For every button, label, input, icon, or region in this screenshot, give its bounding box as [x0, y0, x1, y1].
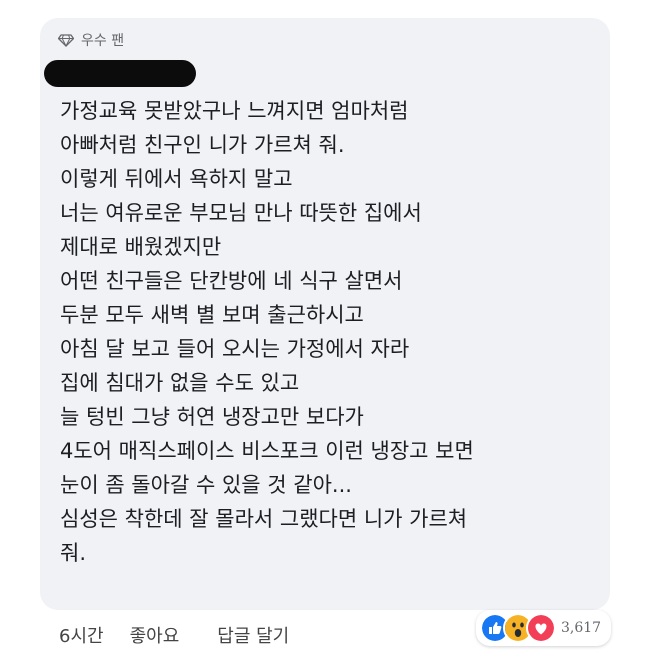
- comment-line: 너는 여유로운 부모님 만나 따뜻한 집에서: [60, 201, 422, 225]
- top-fan-badge: 우수 팬: [58, 30, 124, 50]
- redacted-username: [44, 60, 196, 87]
- comment-line: 가정교육 못받았구나 느껴지면 엄마처럼: [60, 99, 409, 123]
- comment-text: 가정교육 못받았구나 느껴지면 엄마처럼아빠처럼 친구인 니가 가르쳐 줘. 이렇…: [60, 94, 610, 570]
- comment-line: 아침 달 보고 들어 오시는 가정에서 자라: [60, 337, 410, 361]
- comment-line: 눈이 좀 돌아갈 수 있을 것 같아...: [60, 473, 352, 497]
- comment-actions: 6시간 좋아요 답글 달기: [59, 622, 289, 648]
- comment-line: 두분 모두 새벽 별 보며 출근하시고: [60, 303, 364, 327]
- reaction-count: 3,617: [561, 620, 602, 636]
- comment-line: 심성은 착한데 잘 몰라서 그랬다면 니가 가르쳐: [60, 507, 468, 531]
- comment-line: 어떤 친구들은 단칸방에 네 식구 살면서: [60, 269, 403, 293]
- reaction-summary[interactable]: 3,617: [476, 610, 612, 646]
- like-button[interactable]: 좋아요: [130, 622, 180, 648]
- comment-line: 늘 텅빈 그냥 허연 냉장고만 보다가: [60, 405, 364, 429]
- reply-button[interactable]: 답글 달기: [217, 622, 289, 648]
- comment-line: 줘.: [60, 541, 86, 565]
- timestamp: 6시간: [59, 626, 104, 647]
- comment-line: 이렇게 뒤에서 욕하지 말고: [60, 167, 293, 191]
- comment-line: 집에 침대가 없을 수도 있고: [60, 371, 300, 395]
- badge-label: 우수 팬: [81, 33, 125, 49]
- comment-line: 4도어 매직스페이스 비스포크 이런 냉장고 보면: [60, 439, 474, 463]
- comment-line: 아빠처럼 친구인 니가 가르쳐 줘.: [60, 133, 345, 157]
- love-icon: [526, 613, 556, 643]
- comment-line: 제대로 배웠겠지만: [60, 235, 222, 259]
- diamond-icon: [58, 33, 74, 47]
